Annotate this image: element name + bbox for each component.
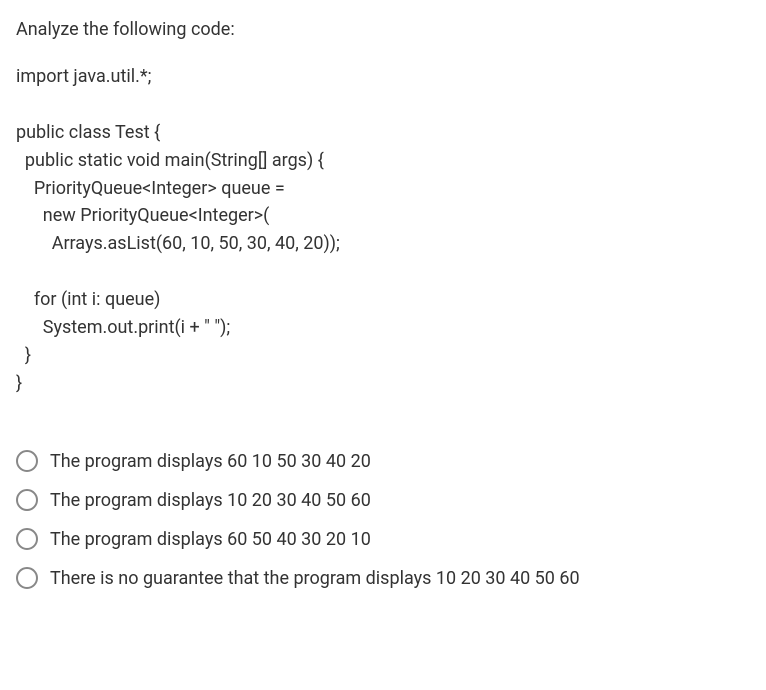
option-label: The program displays 10 20 30 40 50 60 (50, 487, 371, 514)
option-row[interactable]: The program displays 10 20 30 40 50 60 (16, 487, 750, 514)
option-row[interactable]: There is no guarantee that the program d… (16, 565, 750, 592)
options-list: The program displays 60 10 50 30 40 20 T… (16, 448, 750, 592)
option-row[interactable]: The program displays 60 50 40 30 20 10 (16, 526, 750, 553)
question-prompt: Analyze the following code: (16, 16, 750, 43)
radio-icon[interactable] (16, 528, 38, 550)
option-row[interactable]: The program displays 60 10 50 30 40 20 (16, 448, 750, 475)
radio-icon[interactable] (16, 489, 38, 511)
radio-icon[interactable] (16, 567, 38, 589)
option-label: There is no guarantee that the program d… (50, 565, 580, 592)
option-label: The program displays 60 50 40 30 20 10 (50, 526, 371, 553)
option-label: The program displays 60 10 50 30 40 20 (50, 448, 371, 475)
code-block: import java.util.*; public class Test { … (16, 63, 750, 398)
radio-icon[interactable] (16, 450, 38, 472)
